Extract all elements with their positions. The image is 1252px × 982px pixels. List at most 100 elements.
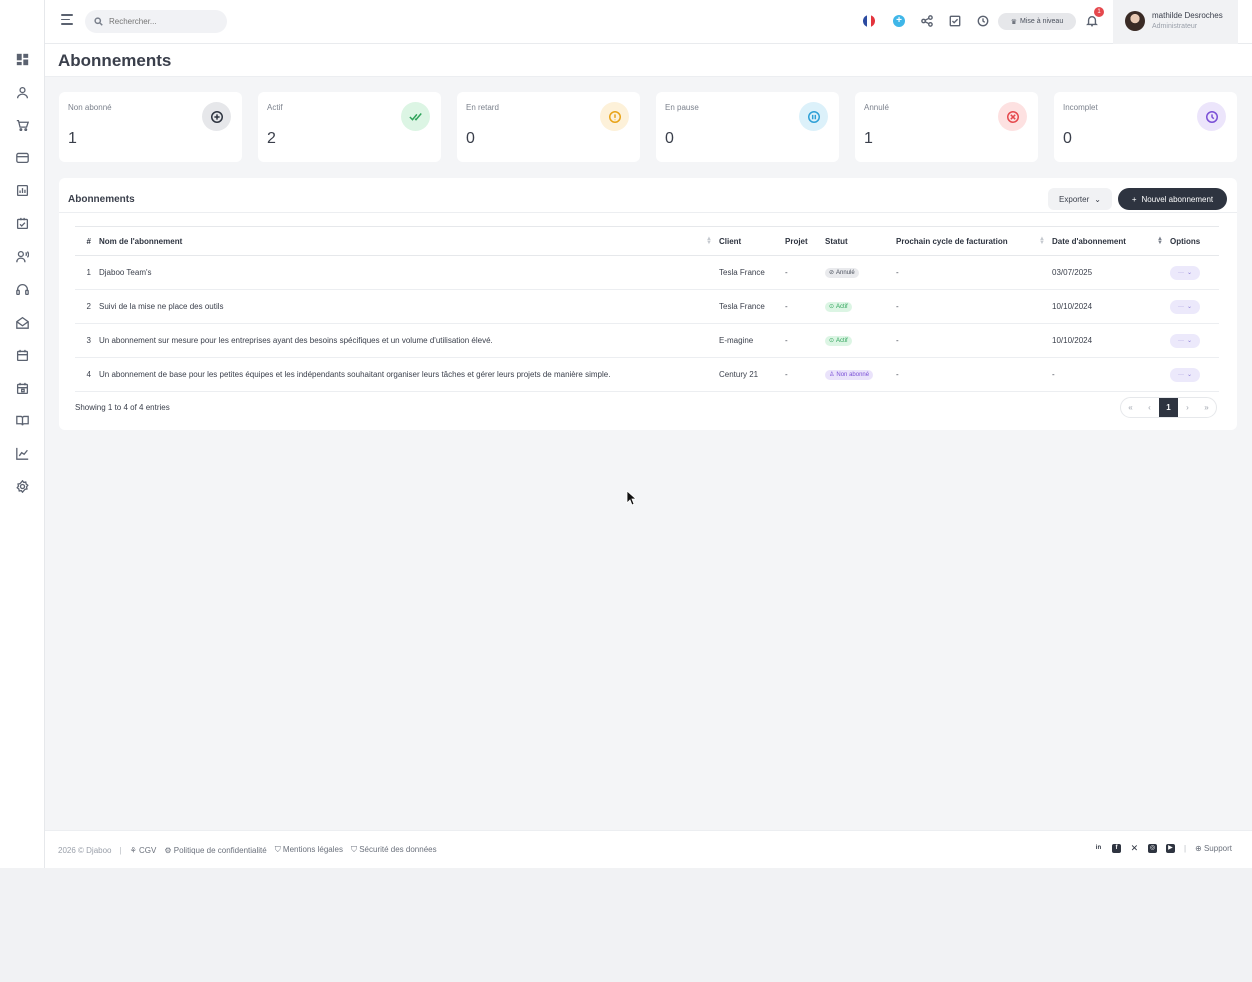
table-row[interactable]: 4 Un abonnement de base pour les petites… bbox=[75, 357, 1219, 392]
pager-next[interactable]: › bbox=[1178, 398, 1197, 417]
col-next-cycle[interactable]: Prochain cycle de facturation ▲ ▼ bbox=[892, 226, 1048, 256]
pager-first[interactable]: « bbox=[1121, 398, 1140, 417]
wallet-icon[interactable] bbox=[14, 149, 30, 165]
col-project[interactable]: Projet bbox=[781, 226, 821, 256]
footer-link-cgv[interactable]: ⚘ CGV bbox=[130, 846, 157, 855]
share-icon[interactable] bbox=[920, 14, 934, 28]
calendar-icon[interactable] bbox=[14, 347, 30, 363]
stat-label: En pause bbox=[665, 103, 699, 112]
notification-badge: 1 bbox=[1094, 7, 1104, 17]
clock-icon[interactable] bbox=[976, 14, 990, 28]
avatar bbox=[1125, 11, 1145, 31]
col-status[interactable]: Statut bbox=[821, 226, 892, 256]
search-box[interactable] bbox=[85, 10, 227, 33]
table-row[interactable]: 3 Un abonnement sur mesure pour les entr… bbox=[75, 323, 1219, 358]
footer: 2026 © Djaboo | ⚘ CGV ⚙ Politique de con… bbox=[45, 830, 1252, 868]
stat-value: 0 bbox=[1063, 130, 1072, 147]
menu-toggle-icon[interactable] bbox=[61, 14, 75, 28]
status-text: Actif bbox=[836, 303, 848, 310]
support-link[interactable]: ⊕ Support bbox=[1195, 844, 1232, 853]
shield-icon: ⚙ bbox=[164, 845, 172, 855]
user-icon[interactable] bbox=[14, 84, 30, 100]
col-options[interactable]: Options bbox=[1166, 226, 1219, 256]
footer-link-security[interactable]: ⛉ Sécurité des données bbox=[351, 845, 437, 855]
shield-icon: ⛉ bbox=[274, 845, 281, 854]
search-input[interactable] bbox=[109, 17, 209, 26]
stat-value: 2 bbox=[267, 130, 276, 147]
shield-lock-icon: ⛉ bbox=[350, 845, 357, 854]
options-button[interactable]: ··· ⌄ bbox=[1170, 299, 1200, 314]
subscriptions-table: # Nom de l'abonnement ▲ ▼ Client Projet St… bbox=[75, 226, 1219, 392]
pager-last[interactable]: » bbox=[1197, 398, 1216, 417]
table-row[interactable]: 1 Djaboo Team's Tesla France - ⊘ Annulé -… bbox=[75, 255, 1219, 290]
mail-open-icon[interactable] bbox=[14, 314, 30, 330]
clock-icon bbox=[1197, 102, 1226, 131]
row-project: - bbox=[781, 255, 821, 290]
facebook-icon[interactable]: f bbox=[1111, 844, 1121, 853]
options-button[interactable]: ··· ⌄ bbox=[1170, 333, 1200, 348]
new-subscription-button[interactable]: + Nouvel abonnement bbox=[1118, 188, 1227, 210]
stat-value: 1 bbox=[864, 130, 873, 147]
row-name[interactable]: Suivi de la mise ne place des outils bbox=[95, 289, 715, 324]
sort-icon: ▲ ▼ bbox=[706, 236, 712, 246]
instagram-icon[interactable]: ◎ bbox=[1147, 844, 1157, 853]
export-button[interactable]: Exporter ⌄ bbox=[1048, 188, 1112, 210]
col-name[interactable]: Nom de l'abonnement ▲ ▼ bbox=[95, 226, 715, 256]
checklist-icon[interactable] bbox=[948, 14, 962, 28]
status-text: Actif bbox=[836, 337, 848, 344]
row-name[interactable]: Un abonnement de base pour les petites é… bbox=[95, 357, 715, 392]
col-date[interactable]: Date d'abonnement ▲ ▼ bbox=[1048, 226, 1166, 256]
separator: | bbox=[1183, 844, 1187, 853]
row-number: 3 bbox=[75, 323, 95, 358]
panel-title: Abonnements bbox=[68, 194, 135, 205]
youtube-icon[interactable]: ▶ bbox=[1165, 844, 1175, 853]
task-icon[interactable] bbox=[14, 215, 30, 231]
stat-label: En retard bbox=[466, 103, 499, 112]
chart-line-icon[interactable] bbox=[14, 445, 30, 461]
report-icon[interactable] bbox=[14, 182, 30, 198]
french-flag-icon[interactable] bbox=[862, 14, 876, 28]
col-client[interactable]: Client bbox=[715, 226, 781, 256]
chevron-down-icon: ⌄ bbox=[1186, 270, 1193, 276]
handshake-icon: ⚘ bbox=[129, 845, 137, 855]
chevron-down-icon: ⌄ bbox=[1094, 194, 1101, 204]
col-name-label: Nom de l'abonnement bbox=[99, 236, 183, 246]
options-button[interactable]: ··· ⌄ bbox=[1170, 367, 1200, 382]
col-number[interactable]: # bbox=[75, 226, 95, 256]
headset-icon[interactable] bbox=[14, 281, 30, 297]
footer-link-legal[interactable]: ⛉ Mentions légales bbox=[275, 845, 343, 855]
pager-prev[interactable]: ‹ bbox=[1140, 398, 1159, 417]
more-icon: ··· bbox=[1177, 303, 1184, 310]
app: + ♛ Mise à niveau 1 mathilde Desroches A… bbox=[0, 0, 1252, 868]
book-icon[interactable] bbox=[14, 412, 30, 428]
footer-link-privacy[interactable]: ⚙ Politique de confidentialité bbox=[164, 846, 266, 855]
stat-card-annule: Annulé 1 bbox=[855, 92, 1038, 162]
cart-icon[interactable] bbox=[14, 117, 30, 133]
status-badge: ⊙ Actif bbox=[825, 335, 852, 346]
calendar-event-icon[interactable] bbox=[14, 380, 30, 396]
table-row[interactable]: 2 Suivi de la mise ne place des outils T… bbox=[75, 289, 1219, 324]
entries-info: Showing 1 to 4 of 4 entries bbox=[75, 403, 170, 412]
row-name[interactable]: Un abonnement sur mesure pour les entrep… bbox=[95, 323, 715, 358]
sort-desc-icon: ▲ ▼ bbox=[1157, 236, 1163, 246]
user-menu[interactable]: mathilde Desroches Administrateur bbox=[1113, 0, 1238, 44]
linkedin-icon[interactable]: in bbox=[1094, 844, 1103, 853]
quick-add-icon[interactable]: + bbox=[892, 14, 906, 28]
stat-card-actif: Actif 2 bbox=[258, 92, 441, 162]
x-twitter-icon[interactable]: ✕ bbox=[1130, 844, 1139, 853]
settings-icon[interactable] bbox=[14, 478, 30, 494]
options-button[interactable]: ··· ⌄ bbox=[1170, 265, 1200, 280]
dashboard-icon[interactable] bbox=[14, 51, 30, 67]
upgrade-button[interactable]: ♛ Mise à niveau bbox=[998, 13, 1076, 30]
stat-card-en-pause: En pause 0 bbox=[656, 92, 839, 162]
col-date-label: Date d'abonnement bbox=[1052, 236, 1126, 246]
contacts-icon[interactable] bbox=[14, 248, 30, 264]
stat-value: 0 bbox=[466, 130, 475, 147]
chevron-down-icon: ⌄ bbox=[1186, 338, 1193, 344]
row-name[interactable]: Djaboo Team's bbox=[95, 255, 715, 290]
plus-circle-icon bbox=[202, 102, 231, 131]
table-header-row: # Nom de l'abonnement ▲ ▼ Client Projet St… bbox=[75, 226, 1219, 256]
pager-page-1[interactable]: 1 bbox=[1159, 398, 1178, 417]
row-status: ⊘ Annulé bbox=[821, 255, 892, 290]
stat-label: Non abonné bbox=[68, 103, 112, 112]
